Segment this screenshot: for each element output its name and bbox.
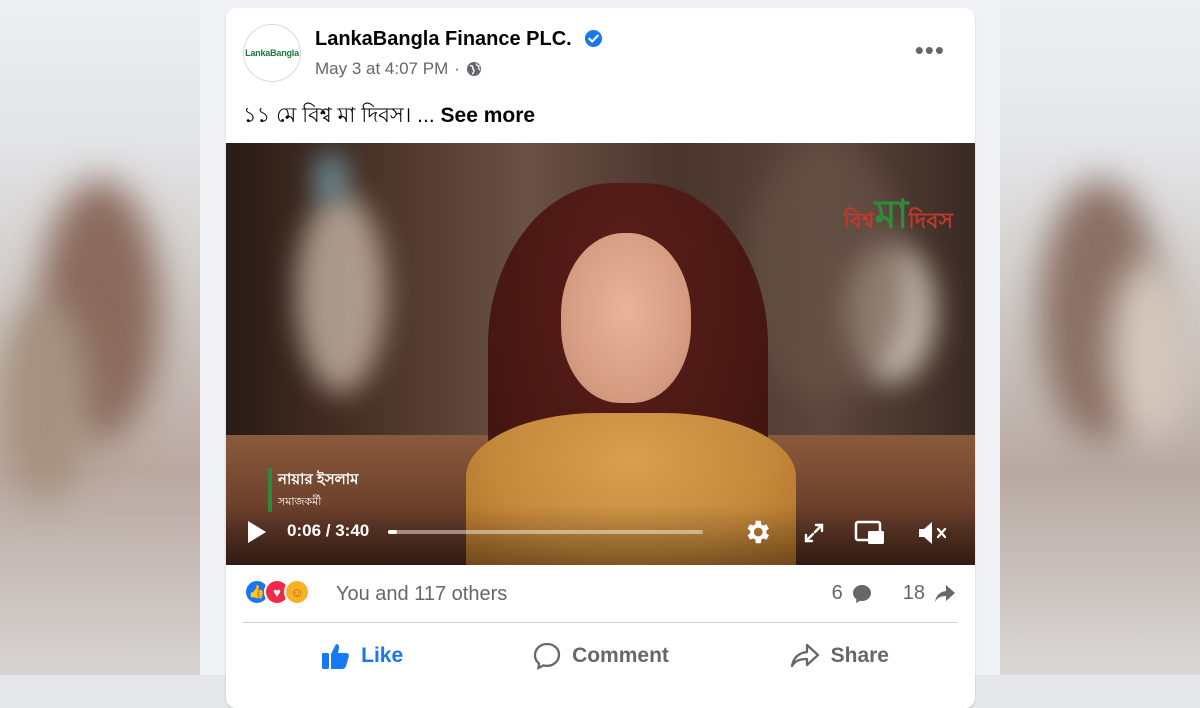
care-reaction-icon: ☺ [284,579,310,605]
video-player[interactable]: বিশ্বমাদিবস নায়ার ইসলাম সমাজকর্মী 0:06 … [226,143,975,565]
meta-separator: · [454,59,460,78]
comment-button[interactable]: Comment [481,632,719,680]
play-icon[interactable] [248,521,266,543]
actions-divider [243,622,958,623]
page-avatar[interactable]: LankaBangla [243,24,301,82]
comment-icon [533,642,561,671]
share-button[interactable]: Share [720,632,958,680]
lamp-blur [296,193,386,393]
post-card: LankaBangla LankaBangla Finance PLC. May… [226,8,975,708]
avatar-logo-text: LankaBangla [245,48,299,58]
reactions-summary-link[interactable]: You and 117 others [336,583,507,606]
current-time: 0:06 [287,521,322,540]
post-timestamp-link[interactable]: May 3 at 4:07 PM [315,59,448,79]
comment-label: Comment [572,644,669,667]
caption-text: ১১ মে বিশ্ব মা দিবস। [243,104,412,127]
like-label: Like [361,644,404,667]
comment-bubble-icon [852,584,871,603]
picture-in-picture-icon[interactable] [854,519,886,547]
thumbs-up-icon [322,644,350,669]
light-blur [316,153,346,203]
fullscreen-icon[interactable] [802,521,826,545]
logo-word-middle: মা [874,193,909,237]
share-icon [790,643,819,668]
video-progress-bar[interactable] [388,530,703,534]
logo-word-left: বিশ্ব [843,208,875,233]
left-backdrop [0,0,200,675]
globe-icon[interactable] [466,61,482,77]
post-caption: ১১ মে বিশ্ব মা দিবস। ... See more [243,99,535,134]
speaker-name: নায়ার ইসলাম [278,471,359,488]
reaction-icons[interactable]: 👍 ♥ ☺ [244,579,310,605]
page-name-link[interactable]: LankaBangla Finance PLC. [315,28,572,51]
wall-blur [746,143,906,403]
shares-count-link[interactable]: 18 [903,582,925,605]
duration: 3:40 [335,521,370,540]
see-more-link[interactable]: See more [441,104,536,127]
volume-muted-icon[interactable] [916,519,950,547]
post-actions-bar: Like Comment Share [243,632,958,680]
caption-ellipsis: ... [417,104,435,127]
backdrop-blur [0,300,90,500]
right-backdrop [1000,0,1200,675]
share-arrow-icon [935,584,955,602]
like-button[interactable]: Like [243,632,481,680]
more-options-icon[interactable]: ••• [915,37,945,63]
video-time: 0:06 / 3:40 [287,521,370,540]
share-label: Share [830,644,889,667]
logo-word-right: দিবস [908,208,953,233]
speaker-face [561,233,691,403]
video-progress-fill [388,530,398,534]
mothers-day-logo: বিশ্বমাদিবস [843,183,953,250]
verified-badge-icon [584,29,603,48]
post-meta: May 3 at 4:07 PM · [315,59,482,79]
settings-gear-icon[interactable] [742,517,772,547]
backdrop-blur [1110,260,1190,440]
engagement-counts: 6 18 [832,582,957,605]
comments-count-link[interactable]: 6 [832,582,843,605]
